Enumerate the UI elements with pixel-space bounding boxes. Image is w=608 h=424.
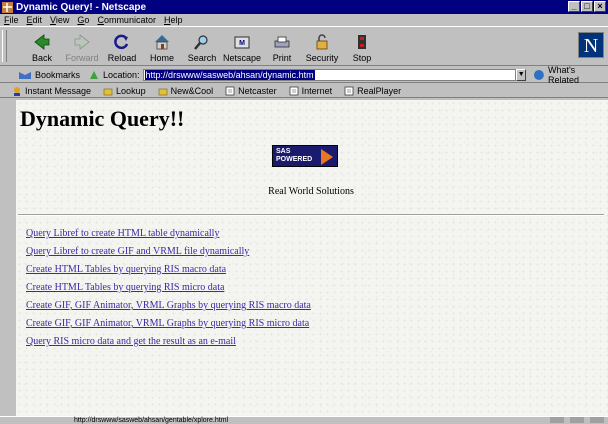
home-icon [155, 35, 169, 50]
location-toolbar: Bookmarks Location: http://drswww/sasweb… [0, 65, 608, 85]
personal-toolbar: Instant Message Lookup New&Cool Netcaste… [0, 84, 608, 98]
bookmark-page-icon [225, 86, 235, 95]
status-text: http://drswww/sasweb/ahsan/gentable/xplo… [74, 417, 229, 424]
whats-related-button[interactable]: What's Related [532, 65, 608, 85]
location-icon [90, 70, 99, 79]
link-list: Query Libref to create HTML table dynami… [26, 228, 311, 354]
menu-file[interactable]: File [4, 15, 19, 25]
mail-component-icon[interactable] [570, 417, 584, 423]
navigation-toolbar: Back Forward Reload Home Search M Netsca… [0, 26, 608, 66]
link-html-ris-macro[interactable]: Create HTML Tables by querying RIS macro… [26, 264, 311, 282]
composer-component-icon[interactable] [590, 417, 604, 423]
menu-view[interactable]: View [50, 15, 69, 25]
reload-icon [114, 34, 129, 50]
minimize-button[interactable]: _ [568, 1, 580, 12]
bookmark-page-icon [289, 86, 299, 95]
menu-help[interactable]: Help [164, 15, 183, 25]
link-gif-vrml-ris-micro[interactable]: Create GIF, GIF Animator, VRML Graphs by… [26, 318, 311, 336]
bookmark-page-icon [344, 86, 354, 95]
svg-text:M: M [239, 40, 245, 47]
component-bar [550, 417, 604, 423]
location-label: Location: [88, 69, 140, 81]
netscape-logo[interactable]: N [578, 32, 604, 58]
maximize-button[interactable]: □ [581, 1, 593, 12]
sas-powered-logo: SAS POWERED [272, 145, 338, 167]
internet-button[interactable]: Internet [289, 86, 332, 96]
home-button[interactable]: Home [142, 27, 182, 65]
netscape-guide-icon: M [234, 36, 250, 49]
tagline: Real World Solutions [268, 186, 354, 197]
security-status-icon [0, 417, 14, 424]
instant-message-icon [14, 86, 20, 96]
toolbar-grip[interactable] [2, 30, 7, 62]
link-query-libref-html[interactable]: Query Libref to create HTML table dynami… [26, 228, 311, 246]
netscape-app-icon [2, 1, 13, 13]
realplayer-button[interactable]: RealPlayer [344, 86, 401, 96]
instant-message-button[interactable]: Instant Message [12, 86, 91, 96]
horizontal-rule [18, 214, 604, 216]
navigator-component-icon[interactable] [550, 417, 564, 423]
related-icon [534, 69, 544, 80]
menu-go[interactable]: Go [77, 15, 89, 25]
link-ris-micro-email[interactable]: Query RIS micro data and get the result … [26, 336, 311, 354]
location-url: http://drswww/sasweb/ahsan/dynamic.htm [144, 69, 315, 80]
forward-arrow-icon [74, 34, 90, 50]
netscape-button[interactable]: M Netscape [222, 27, 262, 65]
security-button[interactable]: Security [302, 27, 342, 65]
menu-bar: File Edit View Go Communicator Help [0, 14, 608, 26]
search-button[interactable]: Search [182, 27, 222, 65]
printer-icon [274, 36, 290, 48]
forward-button[interactable]: Forward [62, 27, 102, 65]
title-bar: Dynamic Query! - Netscape _ □ × [0, 0, 608, 14]
folder-icon [103, 88, 113, 95]
window-controls: _ □ × [568, 1, 606, 12]
window-title: Dynamic Query! - Netscape [16, 1, 147, 13]
page-content: Dynamic Query!! SAS POWERED Real World S… [16, 100, 608, 416]
page-title: Dynamic Query!! [20, 106, 185, 131]
stop-icon [358, 35, 366, 49]
link-html-ris-micro[interactable]: Create HTML Tables by querying RIS micro… [26, 282, 311, 300]
netcaster-button[interactable]: Netcaster [225, 86, 277, 96]
lookup-button[interactable]: Lookup [103, 86, 146, 96]
print-button[interactable]: Print [262, 27, 302, 65]
status-bar: http://drswww/sasweb/ahsan/gentable/xplo… [0, 416, 608, 424]
location-dropdown-button[interactable]: ▼ [516, 68, 527, 81]
menu-edit[interactable]: Edit [27, 15, 43, 25]
link-query-libref-gif-vrml[interactable]: Query Libref to create GIF and VRML file… [26, 246, 311, 264]
stop-button[interactable]: Stop [342, 27, 382, 65]
location-input[interactable]: http://drswww/sasweb/ahsan/dynamic.htm [142, 68, 517, 81]
link-gif-vrml-ris-macro[interactable]: Create GIF, GIF Animator, VRML Graphs by… [26, 300, 311, 318]
close-button[interactable]: × [594, 1, 606, 12]
search-icon [194, 35, 208, 50]
reload-button[interactable]: Reload [102, 27, 142, 65]
bookmarks-icon [19, 71, 31, 79]
folder-icon [158, 88, 167, 95]
back-arrow-icon [34, 34, 50, 50]
menu-communicator[interactable]: Communicator [97, 15, 156, 25]
lock-icon [316, 34, 328, 50]
back-button[interactable]: Back [22, 27, 62, 65]
new-and-cool-button[interactable]: New&Cool [158, 86, 213, 96]
bookmarks-button[interactable]: Bookmarks [18, 70, 80, 80]
sidebar-grip [0, 100, 16, 416]
